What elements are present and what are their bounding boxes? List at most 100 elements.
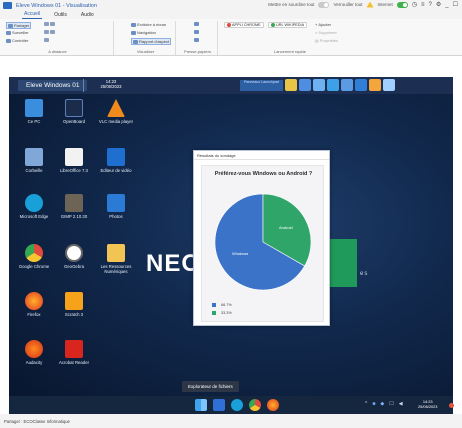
tool-icon[interactable]: [313, 79, 325, 91]
chrome-icon[interactable]: [249, 399, 261, 411]
tab-audio[interactable]: Audio: [79, 12, 96, 19]
clock-icon[interactable]: ◷: [412, 1, 417, 8]
ribbon-group-clipboard: Presse-papiers: [178, 21, 218, 55]
taskbar-clock[interactable]: 14:23 25/06/2023: [418, 399, 437, 409]
tab-outils[interactable]: Outils: [52, 12, 69, 19]
network-icon[interactable]: ■: [372, 401, 375, 407]
control-button[interactable]: Contrôler: [6, 38, 28, 43]
navigation-button[interactable]: Navigation: [131, 30, 156, 35]
internet-toggle[interactable]: [396, 1, 408, 8]
mute-all-label: Mettre en sourdine tout: [268, 2, 315, 7]
taskbar-apps: [195, 399, 279, 411]
minimize-button[interactable]: _: [445, 2, 448, 8]
vlc-cone-icon: [107, 99, 125, 117]
chevron-up-icon[interactable]: ^: [365, 401, 367, 407]
navigation-icon: [131, 30, 136, 35]
tool-icon[interactable]: [285, 79, 297, 91]
clipboard-button-2[interactable]: [194, 30, 199, 34]
chrome-icon: [271, 23, 275, 27]
desktop-icon-acrobat[interactable]: Acrobat Reader: [54, 340, 94, 365]
desktop-icon-audacity[interactable]: Audacity: [14, 340, 54, 365]
legend-item-android: 33.3%: [212, 311, 232, 315]
clipboard-button-1[interactable]: [194, 22, 199, 26]
maximize-button[interactable]: ☐: [453, 1, 458, 8]
desktop-icon-scratch[interactable]: Scratch 3: [54, 292, 94, 317]
plus-icon: +: [315, 22, 318, 27]
poll-results-window[interactable]: Résultats du sondage Préférez-vous Windo…: [193, 150, 330, 326]
menu-icon[interactable]: ≡: [421, 2, 425, 8]
close-icon: ×: [315, 30, 318, 35]
help-icon[interactable]: ?: [429, 2, 432, 8]
properties-button[interactable]: ▤ Propriétés: [315, 38, 338, 43]
desktop-icon-firefox[interactable]: Firefox: [14, 292, 54, 317]
clipboard-button-3[interactable]: [194, 38, 199, 42]
copy-icon: [44, 22, 49, 26]
edge-icon: [25, 194, 43, 212]
ribbon: Partager Surveiller Contrôler A distance…: [0, 19, 462, 56]
desktop-icon-geogebra[interactable]: GeoGebra: [54, 244, 94, 269]
workspace-datetime: 14:23 25/06/2023: [86, 79, 136, 89]
taskbar-tooltip: Explorateur de fichiers: [182, 381, 239, 392]
speaker-icon[interactable]: ◀: [399, 401, 403, 407]
desktop-icon-video-editor[interactable]: Editeur de vidéo: [96, 148, 136, 173]
tool-icon[interactable]: [327, 79, 339, 91]
edge-icon[interactable]: [231, 399, 243, 411]
launch-chrome-app[interactable]: APPLI CHROME: [224, 22, 264, 28]
aspect-ratio-button[interactable]: Rapport d'aspect: [131, 38, 172, 45]
add-button[interactable]: + Ajouter: [315, 22, 331, 27]
screen-writer-button[interactable]: Ecritoire à écran: [131, 22, 166, 27]
desktop-icon-edge[interactable]: Microsoft Edge: [14, 194, 54, 219]
task-view-icon[interactable]: [213, 399, 225, 411]
mute-all-toggle[interactable]: [318, 1, 330, 8]
tool-icon[interactable]: [355, 79, 367, 91]
legend-value-android: 33.3%: [221, 311, 232, 315]
tool-icon[interactable]: [299, 79, 311, 91]
tab-accueil[interactable]: Accueil: [22, 11, 43, 19]
notification-icon[interactable]: [449, 403, 454, 408]
desktop-icon-digital-resources[interactable]: Les Ressources Numériques: [96, 244, 136, 274]
settings-icon[interactable]: ⚙: [436, 1, 441, 8]
ribbon-tabs: Accueil Outils Audio: [0, 11, 462, 19]
volume-icon[interactable]: ◆: [380, 401, 384, 407]
ribbon-group-label: A distance: [48, 49, 67, 54]
launch-wikipedia-url[interactable]: URL WIKIPEDIA: [268, 22, 308, 28]
photos-icon: [107, 194, 125, 212]
workspace-toolbar: [285, 79, 395, 91]
tool-icon[interactable]: [383, 79, 395, 91]
remove-button[interactable]: × Supprimer: [315, 30, 337, 35]
ribbon-group-label: Visualiser: [136, 49, 155, 54]
paste-icon: [194, 30, 199, 34]
aspect-icon: [133, 39, 138, 44]
desktop-icon-photos[interactable]: Photos: [96, 194, 136, 219]
desktop-icon-vlc[interactable]: VLC media player: [96, 99, 136, 124]
desktop-icon-libreoffice[interactable]: LibreOffice 7.3: [54, 148, 94, 173]
titlebar-controls: Mettre en sourdine tout Verrouiller tout…: [268, 1, 458, 8]
windows-start-icon[interactable]: [195, 399, 207, 411]
legend-value-windows: 66.7%: [221, 303, 232, 307]
desktop-icon-this-pc[interactable]: Ce PC: [14, 99, 54, 124]
audacity-icon: [25, 340, 43, 358]
acrobat-icon: [65, 340, 83, 358]
launchpad-chip[interactable]: Panneaux Launchpad: [240, 80, 283, 91]
desktop-icon-recycle-bin[interactable]: Corbeille: [14, 148, 54, 173]
legend-swatch-android: [212, 311, 216, 315]
share-button[interactable]: Partager: [6, 22, 32, 29]
tool-button-1[interactable]: [44, 22, 55, 26]
poll-card: Préférez-vous Windows ou Android ? Windo…: [201, 165, 324, 322]
display-icon[interactable]: ☐: [389, 401, 393, 407]
app-logo-icon: [3, 2, 12, 9]
status-bar: Partager : ECOClasse Informatique: [0, 414, 462, 428]
firefox-icon[interactable]: [267, 399, 279, 411]
title-bar: Eleve Windows 01 - Visualisation Mettre …: [0, 0, 462, 11]
desktop-icon-chrome[interactable]: Google Chrome: [14, 244, 54, 269]
ribbon-group-label: Presse-papiers: [184, 49, 211, 54]
tool-icon[interactable]: [341, 79, 353, 91]
tool-button-3[interactable]: [44, 38, 49, 42]
desktop-icon-gimp[interactable]: GIMP 2.10.30: [54, 194, 94, 219]
tool-button-2[interactable]: [44, 30, 55, 34]
desktop-icon-openboard[interactable]: OpenBoard: [54, 99, 94, 124]
link-icon: [50, 22, 55, 26]
tool-icon[interactable]: [369, 79, 381, 91]
file-icon: [194, 38, 199, 42]
monitor-button[interactable]: Surveiller: [6, 30, 29, 35]
